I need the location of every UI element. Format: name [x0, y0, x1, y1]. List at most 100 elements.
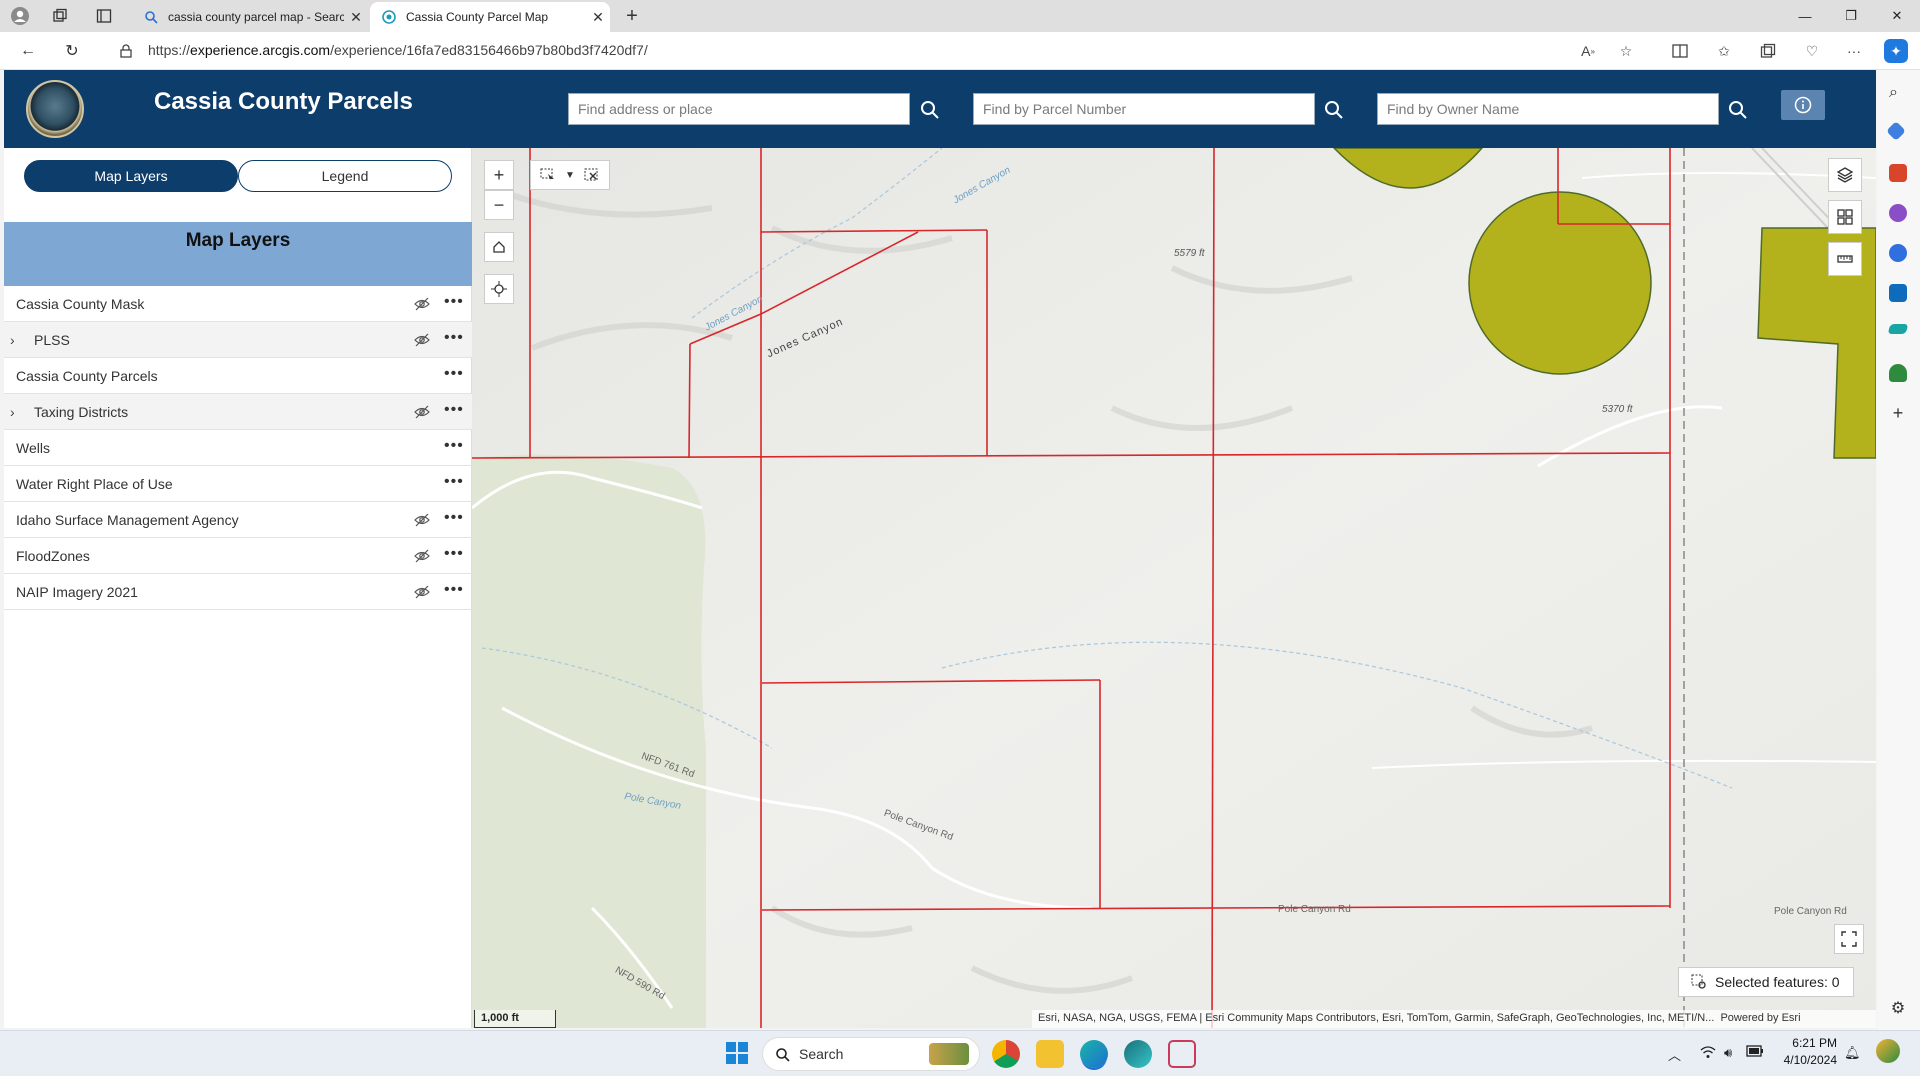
selection-icon	[1691, 974, 1706, 989]
close-icon[interactable]: ✕	[344, 9, 368, 26]
add-icon[interactable]: +	[1889, 404, 1907, 422]
profile-icon[interactable]	[8, 4, 32, 28]
shopping-icon[interactable]	[1886, 121, 1906, 141]
split-screen-icon[interactable]	[1668, 39, 1692, 63]
send-icon[interactable]	[1887, 324, 1909, 334]
weather-widget-icon[interactable]	[1876, 1039, 1900, 1063]
new-tab-icon[interactable]: +	[620, 4, 644, 28]
tools-icon[interactable]	[1889, 164, 1907, 182]
layer-list-button[interactable]	[1828, 158, 1862, 192]
layer-row[interactable]: Idaho Surface Management Agency •••	[4, 502, 472, 538]
wifi-icon[interactable]	[1700, 1045, 1716, 1062]
home-button[interactable]	[484, 232, 514, 262]
read-aloud-icon[interactable]: A»	[1576, 39, 1600, 63]
tab-parcel-map[interactable]: Cassia County Parcel Map ✕	[370, 2, 610, 32]
selected-features-status[interactable]: Selected features: 0	[1678, 967, 1854, 997]
visibility-off-icon[interactable]	[414, 404, 430, 420]
tab-actions-icon[interactable]	[92, 4, 116, 28]
window-close-icon[interactable]: ✕	[1874, 0, 1920, 32]
refresh-icon[interactable]: ↻	[60, 39, 84, 63]
edge-icon[interactable]	[1080, 1040, 1108, 1068]
basemap-gallery-button[interactable]	[1828, 200, 1862, 234]
favorite-star-icon[interactable]: ☆	[1614, 39, 1638, 63]
legend-tab[interactable]: Legend	[238, 160, 452, 192]
microsoft365-icon[interactable]	[1889, 244, 1907, 262]
chrome-icon[interactable]	[992, 1040, 1020, 1068]
url-field[interactable]: https://experience.arcgis.com/experience…	[148, 42, 648, 58]
visibility-off-icon[interactable]	[414, 296, 430, 312]
visibility-off-icon[interactable]	[414, 332, 430, 348]
tab-search[interactable]: cassia county parcel map - Search ✕	[132, 2, 368, 32]
arcgis-pro-icon[interactable]	[1124, 1040, 1152, 1068]
taskbar-clock[interactable]: 6:21 PM 4/10/2024	[1777, 1035, 1837, 1069]
select-tool[interactable]: ▼	[530, 160, 610, 190]
visibility-off-icon[interactable]	[414, 548, 430, 564]
measure-button[interactable]	[1828, 242, 1862, 276]
zoom-out-button[interactable]: −	[484, 190, 514, 220]
start-button[interactable]	[724, 1040, 752, 1068]
lock-icon[interactable]	[114, 39, 138, 63]
more-icon[interactable]: ···	[1842, 39, 1866, 63]
more-options-icon[interactable]: •••	[444, 546, 464, 562]
outlook-icon[interactable]	[1889, 284, 1907, 302]
sidebar-search-icon[interactable]: ⌕	[1889, 84, 1907, 102]
chevron-up-icon[interactable]: ︿	[1668, 1045, 1681, 1064]
more-options-icon[interactable]: •••	[444, 294, 464, 310]
address-search-input[interactable]	[568, 93, 910, 125]
visibility-off-icon[interactable]	[414, 512, 430, 528]
clock-date: 4/10/2024	[1783, 1053, 1837, 1067]
fullscreen-button[interactable]	[1834, 924, 1864, 954]
parcel-search-input[interactable]	[973, 93, 1315, 125]
more-options-icon[interactable]: •••	[444, 510, 464, 526]
snipping-tool-icon[interactable]	[1168, 1040, 1196, 1068]
search-icon[interactable]	[1726, 98, 1750, 122]
restore-icon[interactable]: ❐	[1828, 0, 1874, 32]
chevron-right-icon[interactable]: ›	[10, 332, 15, 348]
chevron-right-icon[interactable]: ›	[10, 404, 15, 420]
copilot-icon[interactable]: ✦	[1884, 39, 1908, 63]
notification-bell-icon[interactable]: 🔔︎	[1844, 1045, 1861, 1061]
search-icon[interactable]	[1322, 98, 1346, 122]
tree-icon[interactable]	[1889, 364, 1907, 382]
collections-icon[interactable]	[1756, 39, 1780, 63]
taskbar-search[interactable]: Search	[762, 1037, 980, 1071]
owner-search-input[interactable]	[1377, 93, 1719, 125]
battery-icon[interactable]	[1746, 1045, 1764, 1060]
clear-selection-icon[interactable]	[584, 167, 600, 183]
back-icon[interactable]: ←	[16, 39, 40, 63]
layer-row[interactable]: Water Right Place of Use •••	[4, 466, 472, 502]
layer-row[interactable]: FloodZones •••	[4, 538, 472, 574]
minimize-icon[interactable]: —	[1782, 0, 1828, 32]
layer-row[interactable]: › Taxing Districts •••	[4, 394, 472, 430]
zoom-in-button[interactable]: +	[484, 160, 514, 190]
file-explorer-icon[interactable]	[1036, 1040, 1064, 1068]
favorites-icon[interactable]: ✩	[1712, 39, 1736, 63]
windows-taskbar: Search ︿ 🔊︎ 6:21 PM 4/10/2024 🔔︎	[0, 1030, 1920, 1076]
locate-button[interactable]	[484, 274, 514, 304]
workspaces-icon[interactable]	[48, 4, 72, 28]
extensions-icon[interactable]: ♡	[1800, 39, 1824, 63]
more-options-icon[interactable]: •••	[444, 438, 464, 454]
games-icon[interactable]	[1889, 204, 1907, 222]
more-options-icon[interactable]: •••	[444, 582, 464, 598]
info-button[interactable]	[1781, 90, 1825, 120]
more-options-icon[interactable]: •••	[444, 474, 464, 490]
volume-icon[interactable]: 🔊︎	[1724, 1045, 1732, 1061]
more-options-icon[interactable]: •••	[444, 402, 464, 418]
settings-gear-icon[interactable]: ⚙	[1889, 1000, 1907, 1018]
more-options-icon[interactable]: •••	[444, 366, 464, 382]
layer-row[interactable]: Wells •••	[4, 430, 472, 466]
select-cursor-icon[interactable]	[540, 167, 556, 183]
visibility-off-icon[interactable]	[414, 584, 430, 600]
search-icon[interactable]	[918, 98, 942, 122]
chevron-down-icon[interactable]: ▼	[565, 170, 575, 181]
map-layers-tab[interactable]: Map Layers	[24, 160, 238, 192]
layer-row[interactable]: NAIP Imagery 2021 •••	[4, 574, 472, 610]
powered-by-esri[interactable]: Powered by Esri	[1720, 1012, 1800, 1024]
close-icon[interactable]: ✕	[586, 9, 610, 26]
layer-row[interactable]: Cassia County Mask •••	[4, 286, 472, 322]
more-options-icon[interactable]: •••	[444, 330, 464, 346]
layer-row[interactable]: › PLSS •••	[4, 322, 472, 358]
map-view[interactable]: Jones Canyon Jones Canyon Jones Canyon 5…	[472, 148, 1876, 1028]
layer-row[interactable]: Cassia County Parcels •••	[4, 358, 472, 394]
